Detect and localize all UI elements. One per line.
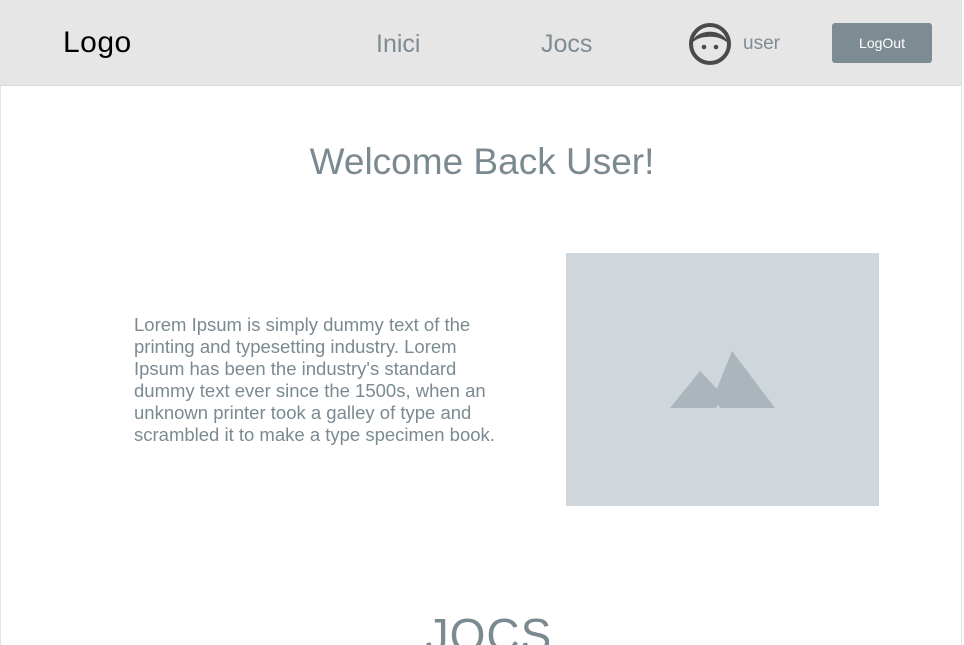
logout-button[interactable]: LogOut	[832, 23, 932, 63]
top-navbar: Logo Inici Jocs user LogOut	[1, 1, 961, 86]
nav-link-inici[interactable]: Inici	[376, 30, 420, 59]
welcome-heading: Welcome Back User!	[309, 141, 655, 182]
section-title-jocs: JOCS	[425, 609, 553, 645]
mountain-image-icon	[670, 351, 775, 408]
face-avatar-icon	[689, 23, 731, 65]
user-menu[interactable]: user	[689, 23, 780, 65]
user-name: user	[743, 33, 780, 54]
page-frame: Logo Inici Jocs user LogOut Welcome Back…	[0, 0, 962, 645]
intro-paragraph: Lorem Ipsum is simply dummy text of the …	[134, 314, 495, 445]
nav-link-jocs[interactable]: Jocs	[541, 30, 592, 59]
logo[interactable]: Logo	[63, 26, 132, 60]
image-placeholder	[566, 253, 879, 506]
